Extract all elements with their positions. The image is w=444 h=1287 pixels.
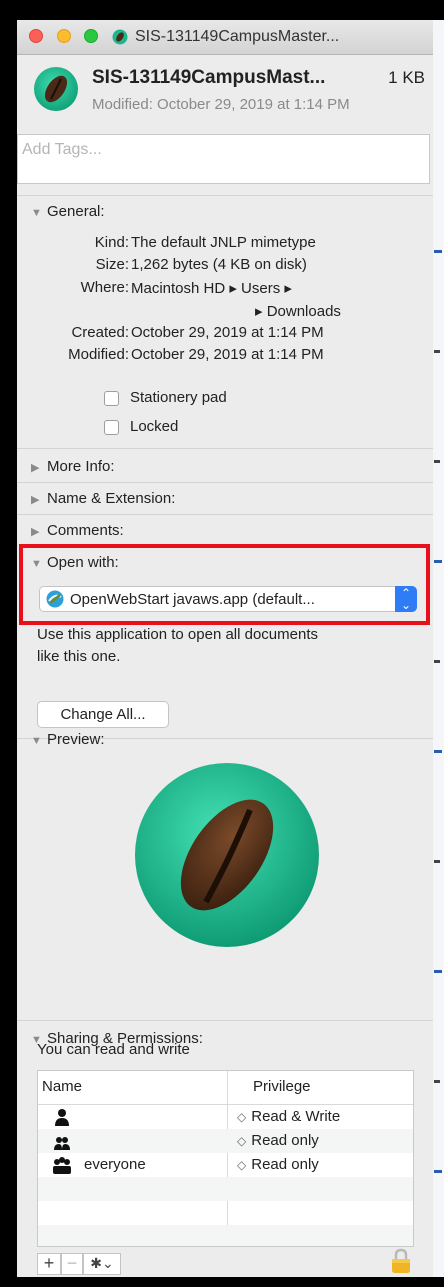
- table-row[interactable]: everyone ◇ Read only: [38, 1153, 413, 1177]
- triangle-right-icon: ▶: [31, 462, 40, 474]
- created-value: October 29, 2019 at 1:14 PM: [131, 324, 324, 341]
- gear-action-button[interactable]: ✱⌄: [83, 1253, 121, 1275]
- table-row: [38, 1225, 413, 1246]
- open-with-selected-app: OpenWebStart javaws.app (default...: [70, 591, 315, 608]
- privilege-popup[interactable]: ◇ Read only: [237, 1132, 319, 1149]
- privilege-value: Read only: [251, 1132, 319, 1149]
- title-bar[interactable]: SIS-131149CampusMaster...: [17, 20, 433, 55]
- background-window-edge: [433, 20, 444, 1277]
- close-button[interactable]: [29, 29, 43, 43]
- locked-label: Locked: [130, 418, 179, 435]
- zoom-button[interactable]: [84, 29, 98, 43]
- minimize-button[interactable]: [57, 29, 71, 43]
- file-icon: [112, 29, 128, 45]
- divider: [17, 1020, 433, 1021]
- jnlp-file-icon: [34, 67, 78, 111]
- open-with-description-2: like this one.: [37, 648, 121, 665]
- stationery-pad-checkbox[interactable]: [104, 391, 119, 406]
- privilege-popup[interactable]: ◇ Read only: [237, 1156, 319, 1173]
- where-value-cont: ▸ Downloads: [255, 303, 341, 320]
- remove-button[interactable]: −: [61, 1253, 83, 1275]
- change-all-button[interactable]: Change All...: [37, 701, 169, 728]
- divider: [17, 195, 433, 196]
- decoration: [434, 460, 440, 463]
- table-row[interactable]: ◇ Read & Write: [38, 1105, 413, 1129]
- name-extension-label: Name & Extension:: [47, 490, 176, 507]
- privilege-value: Read & Write: [251, 1108, 341, 1125]
- more-info-disclosure[interactable]: ▶ More Info:: [31, 458, 115, 475]
- chevron-updown-icon: ⌃ ⌄: [395, 586, 417, 612]
- group-icon: [54, 1137, 70, 1150]
- privilege-popup[interactable]: ◇ Read & Write: [237, 1108, 340, 1125]
- decoration: [434, 250, 442, 253]
- get-info-window: SIS-131149CampusMaster... SIS-131149Camp…: [17, 20, 433, 1277]
- decoration: [434, 970, 442, 973]
- divider: [17, 482, 433, 483]
- decoration: [434, 860, 440, 863]
- locked-checkbox[interactable]: [104, 420, 119, 435]
- decoration: [434, 1080, 440, 1083]
- triangle-down-icon: ▼: [31, 558, 42, 570]
- permissions-table: Name Privilege ◇ Read & Write ◇ Read only: [37, 1070, 414, 1247]
- table-row[interactable]: ◇ Read only: [38, 1129, 413, 1153]
- file-size: 1 KB: [388, 68, 425, 87]
- comments-disclosure[interactable]: ▶ Comments:: [31, 522, 124, 539]
- triangle-down-icon: ▼: [31, 735, 42, 747]
- privilege-value: Read only: [251, 1156, 319, 1173]
- more-info-label: More Info:: [47, 458, 115, 475]
- everyone-icon: [53, 1157, 71, 1174]
- open-with-label: Open with:: [47, 554, 119, 571]
- openwebstart-app-icon: [46, 590, 64, 608]
- decoration: [434, 750, 442, 753]
- decoration: [434, 1170, 442, 1173]
- decoration: [434, 560, 442, 563]
- table-header: Name Privilege: [38, 1071, 413, 1105]
- stationery-pad-label: Stationery pad: [130, 389, 227, 406]
- modified-value: October 29, 2019 at 1:14 PM: [131, 346, 324, 363]
- window-title: SIS-131149CampusMaster...: [135, 28, 340, 45]
- triangle-down-icon: ▼: [31, 207, 42, 219]
- user-name: everyone: [84, 1156, 146, 1173]
- open-with-popup[interactable]: OpenWebStart javaws.app (default... ⌃ ⌄: [39, 586, 417, 612]
- name-extension-disclosure[interactable]: ▶ Name & Extension:: [31, 490, 175, 507]
- kind-value: The default JNLP mimetype: [131, 234, 316, 251]
- decoration: [434, 660, 440, 663]
- chevron-updown-icon: ◇: [237, 1158, 247, 1172]
- column-header-privilege[interactable]: Privilege: [253, 1078, 311, 1095]
- lock-icon[interactable]: [390, 1248, 412, 1274]
- preview-label: Preview:: [47, 731, 105, 748]
- triangle-right-icon: ▶: [31, 526, 40, 538]
- where-value: Macintosh HD ▸ Users ▸: [131, 280, 292, 297]
- preview-disclosure[interactable]: ▼ Preview:: [31, 731, 105, 748]
- chevron-updown-icon: ◇: [237, 1110, 247, 1124]
- single-user-icon: [55, 1109, 69, 1126]
- chevron-updown-icon: ◇: [237, 1134, 247, 1148]
- general-disclosure[interactable]: ▼ General:: [31, 203, 105, 220]
- preview-image: [135, 763, 319, 947]
- modified-date: Modified: October 29, 2019 at 1:14 PM: [92, 96, 350, 113]
- divider: [17, 514, 433, 515]
- divider: [17, 448, 433, 449]
- decoration: [434, 350, 440, 353]
- open-with-description-1: Use this application to open all documen…: [37, 626, 319, 643]
- file-name: SIS-131149CampusMast...: [92, 67, 326, 88]
- open-with-disclosure[interactable]: ▼ Open with:: [31, 554, 119, 571]
- size-value: 1,262 bytes (4 KB on disk): [131, 256, 307, 273]
- column-header-name[interactable]: Name: [42, 1078, 82, 1095]
- triangle-right-icon: ▶: [31, 494, 40, 506]
- comments-label: Comments:: [47, 522, 124, 539]
- table-row: [38, 1177, 413, 1201]
- add-button[interactable]: +: [37, 1253, 61, 1275]
- tags-field[interactable]: Add Tags...: [17, 134, 430, 184]
- sharing-summary: You can read and write: [37, 1041, 190, 1058]
- general-label: General:: [47, 203, 105, 220]
